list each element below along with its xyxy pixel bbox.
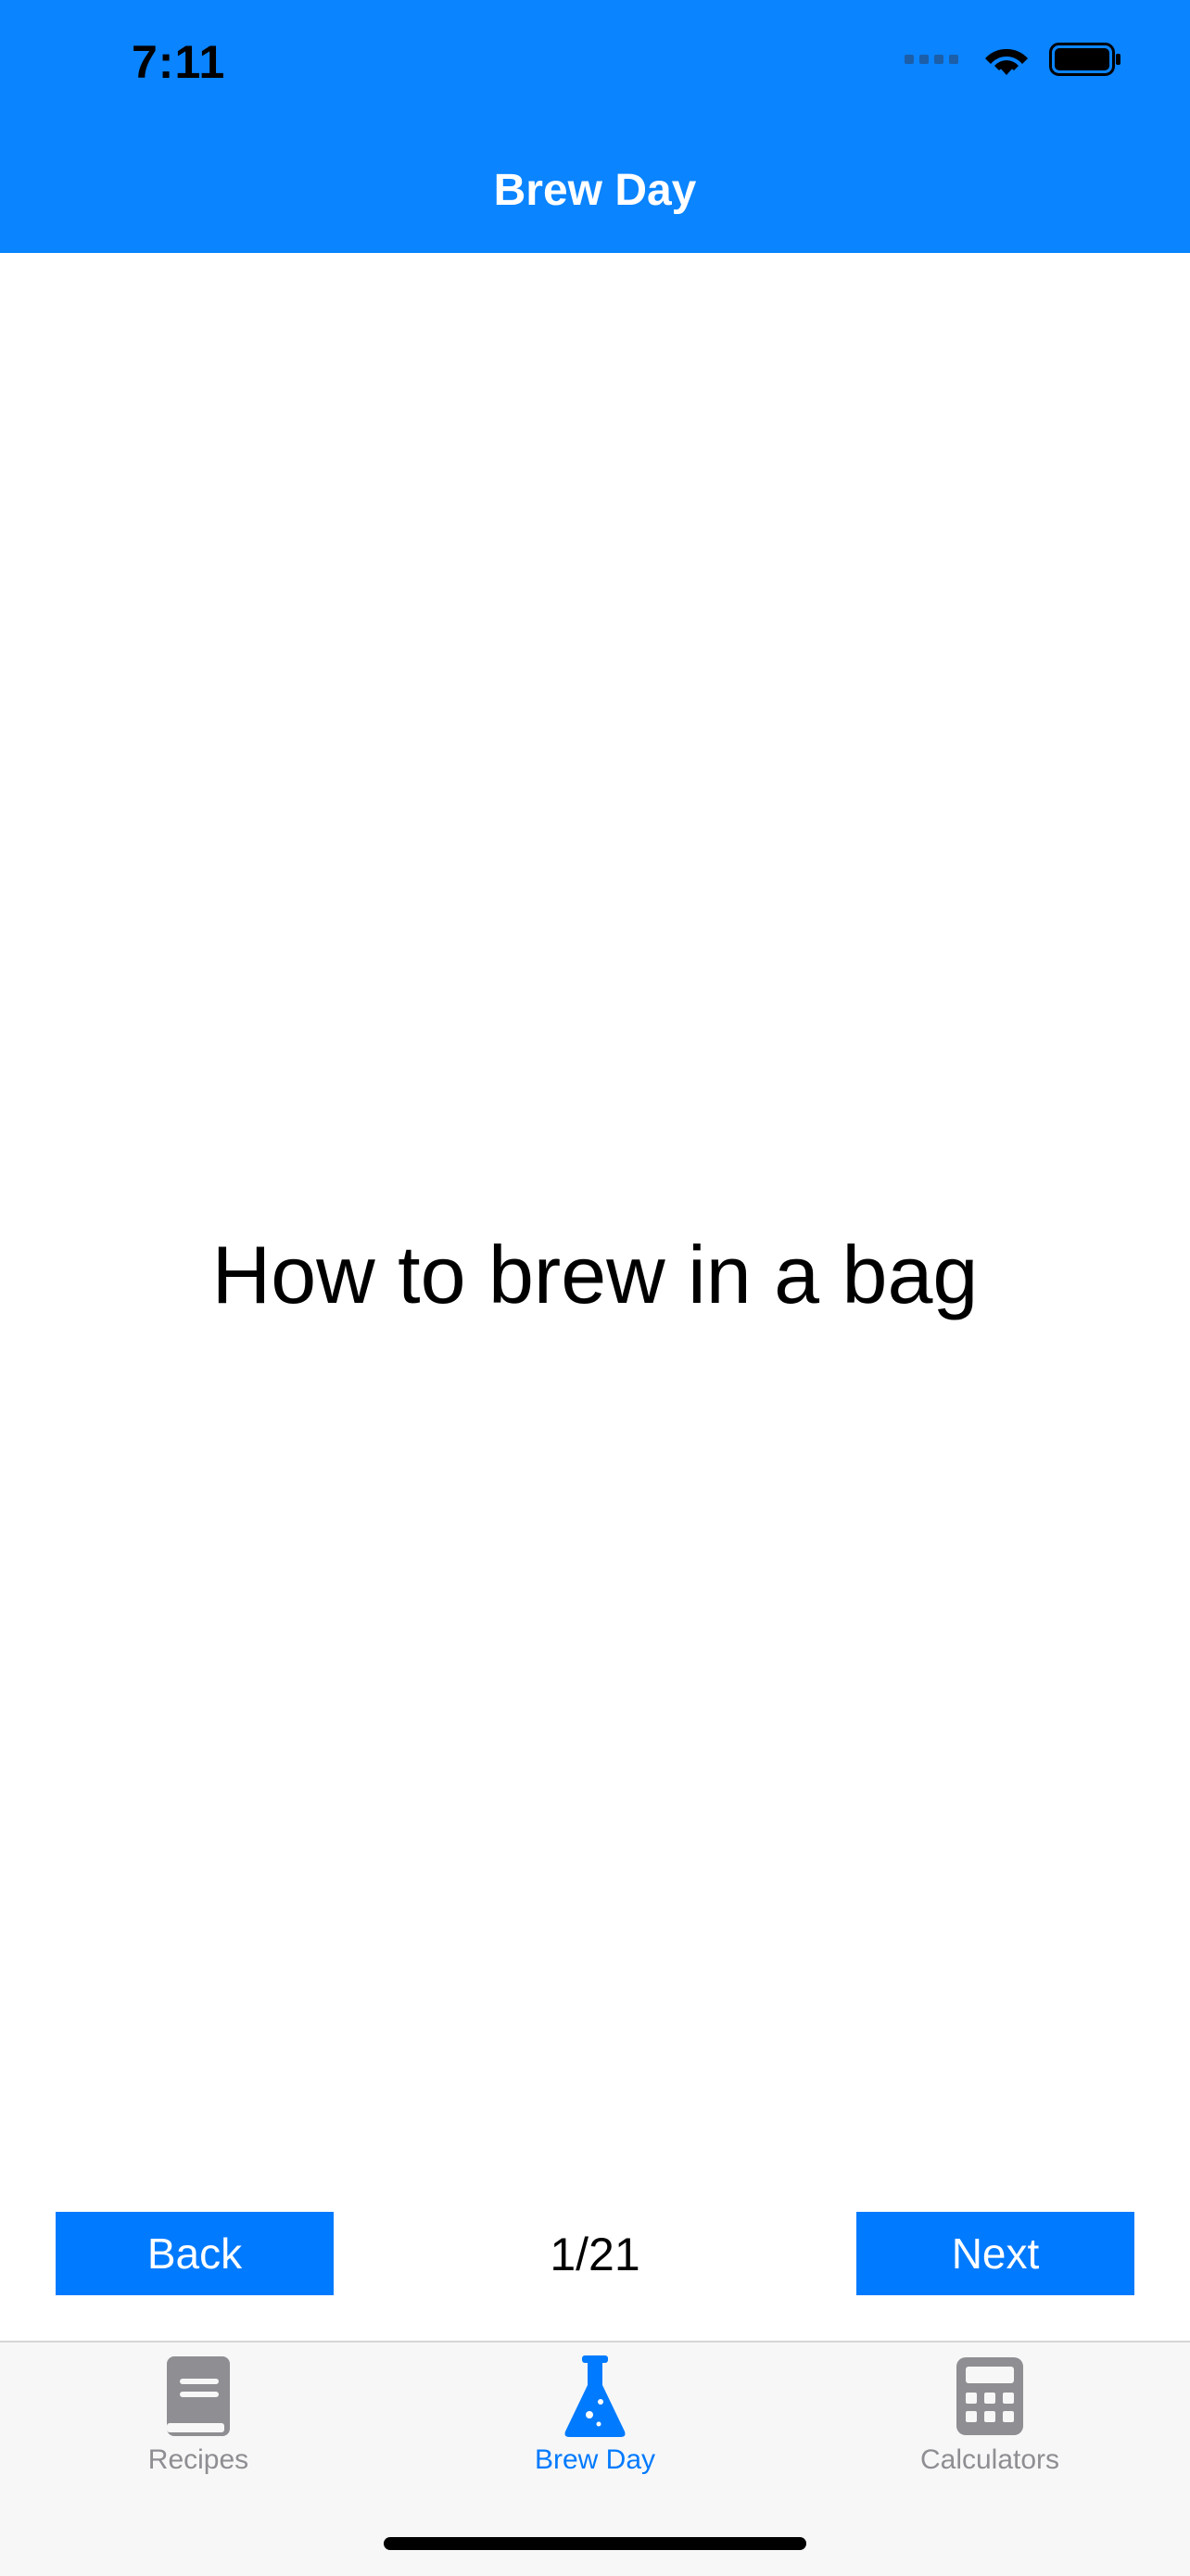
tab-recipes[interactable]: Recipes <box>59 2352 337 2476</box>
tab-label-calculators: Calculators <box>919 2444 1060 2475</box>
status-icons <box>905 42 1121 77</box>
tab-label-recipes: Recipes <box>147 2444 249 2475</box>
tab-label-brew-day: Brew Day <box>534 2444 656 2475</box>
next-button[interactable]: Next <box>856 2212 1134 2295</box>
home-indicator[interactable] <box>384 2537 806 2550</box>
flask-icon <box>456 2352 734 2441</box>
tab-brew-day[interactable]: Brew Day <box>456 2352 734 2476</box>
tab-calculators[interactable]: Calculators <box>851 2352 1129 2476</box>
header-bar: 7:11 Brew Day <box>0 0 1190 253</box>
status-time: 7:11 <box>132 36 226 88</box>
cellular-signal-icon <box>905 55 958 64</box>
step-title: How to brew in a bag <box>211 1229 979 1320</box>
book-icon <box>59 2352 337 2441</box>
wifi-icon <box>982 42 1031 77</box>
battery-icon <box>1049 42 1121 77</box>
calculator-icon <box>851 2352 1129 2441</box>
page-title: Brew Day <box>493 166 697 215</box>
